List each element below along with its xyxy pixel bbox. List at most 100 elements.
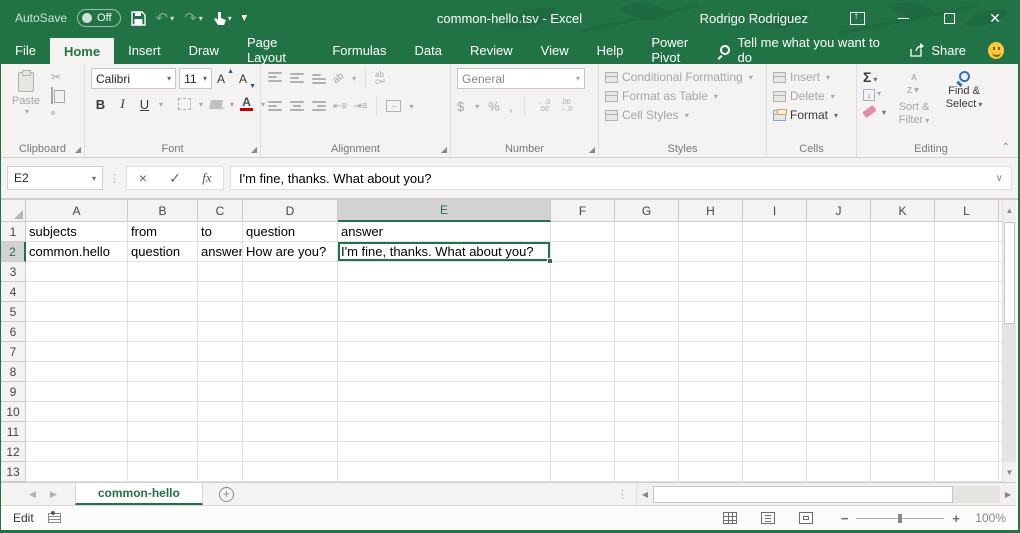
cell-H1[interactable] [679,222,743,242]
vertical-scrollbar[interactable]: ▲ ▼ [1002,200,1016,482]
cell-D3[interactable] [243,262,338,282]
cell-B3[interactable] [128,262,198,282]
middle-align-button[interactable] [289,71,305,85]
cell-L7[interactable] [935,342,999,362]
horizontal-scroll-track[interactable] [953,486,1000,503]
cell-A8[interactable] [26,362,128,382]
font-dialog-launcher[interactable]: ◢ [251,145,257,154]
column-header-L[interactable]: L [935,200,999,222]
align-right-button[interactable] [311,99,327,113]
cell-E3[interactable] [338,262,551,282]
cell-G8[interactable] [615,362,679,382]
cell-D8[interactable] [243,362,338,382]
cell-I4[interactable] [743,282,807,302]
cell-J7[interactable] [807,342,871,362]
cell-E5[interactable] [338,302,551,322]
scroll-right-arrow[interactable]: ▶ [1000,490,1016,499]
cell-I10[interactable] [743,402,807,422]
cell-D10[interactable] [243,402,338,422]
cell-L3[interactable] [935,262,999,282]
merge-dropdown-icon[interactable]: ▾ [409,102,413,111]
cell-F1[interactable] [551,222,615,242]
cell-A6[interactable] [26,322,128,342]
column-header-K[interactable]: K [871,200,935,222]
cell-F5[interactable] [551,302,615,322]
cell-A4[interactable] [26,282,128,302]
cell-L13[interactable] [935,462,999,482]
user-name[interactable]: Rodrigo Rodriguez [700,11,808,26]
tab-page-layout[interactable]: Page Layout [233,36,318,64]
cell-I13[interactable] [743,462,807,482]
autosum-button[interactable]: Σ▾ [863,70,886,85]
row-header-5[interactable]: 5 [1,302,26,322]
tab-home[interactable]: Home [50,38,114,64]
cell-B10[interactable] [128,402,198,422]
cell-G13[interactable] [615,462,679,482]
cell-A5[interactable] [26,302,128,322]
cell-A12[interactable] [26,442,128,462]
cell-F7[interactable] [551,342,615,362]
paste-button[interactable]: Paste ▾ [7,68,45,116]
tab-review[interactable]: Review [456,36,527,64]
customize-qat-button[interactable]: ▾ [242,15,247,22]
cell-B9[interactable] [128,382,198,402]
cell-styles-button[interactable]: Cell Styles▾ [605,108,762,122]
cell-K1[interactable] [871,222,935,242]
cell-F4[interactable] [551,282,615,302]
align-center-button[interactable] [289,99,305,113]
redo-button[interactable]: ↷▾ [184,9,203,27]
tab-formulas[interactable]: Formulas [318,36,400,64]
feedback-smiley-icon[interactable] [988,42,1004,59]
cell-F13[interactable] [551,462,615,482]
select-all-corner[interactable] [1,200,26,222]
cell-J3[interactable] [807,262,871,282]
cell-D2[interactable]: How are you? [243,242,338,262]
cell-C1[interactable]: to [198,222,243,242]
cell-D1[interactable]: question [243,222,338,242]
cell-K4[interactable] [871,282,935,302]
cell-K3[interactable] [871,262,935,282]
cell-J9[interactable] [807,382,871,402]
cell-A11[interactable] [26,422,128,442]
increase-decimal-button[interactable]: ←.0.00 [537,99,550,113]
cell-C6[interactable] [198,322,243,342]
cell-E9[interactable] [338,382,551,402]
expand-formula-bar-icon[interactable]: ∨ [996,173,1003,184]
cell-K7[interactable] [871,342,935,362]
cell-C4[interactable] [198,282,243,302]
redo-dropdown-icon[interactable]: ▾ [199,14,203,23]
row-header-13[interactable]: 13 [1,462,26,482]
cell-B12[interactable] [128,442,198,462]
column-header-B[interactable]: B [128,200,198,222]
font-size-combo[interactable]: 11▾ [179,68,212,89]
cell-E8[interactable] [338,362,551,382]
cell-A3[interactable] [26,262,128,282]
cell-I9[interactable] [743,382,807,402]
zoom-in-button[interactable]: + [952,511,960,526]
cell-C13[interactable] [198,462,243,482]
cell-F11[interactable] [551,422,615,442]
column-header-G[interactable]: G [615,200,679,222]
cell-G1[interactable] [615,222,679,242]
cell-H8[interactable] [679,362,743,382]
cell-H4[interactable] [679,282,743,302]
cell-I12[interactable] [743,442,807,462]
cell-C11[interactable] [198,422,243,442]
cell-B4[interactable] [128,282,198,302]
maximize-button[interactable] [926,0,972,36]
cell-I7[interactable] [743,342,807,362]
fill-color-button[interactable] [206,94,225,114]
cell-C8[interactable] [198,362,243,382]
cell-C3[interactable] [198,262,243,282]
cell-K11[interactable] [871,422,935,442]
cell-L10[interactable] [935,402,999,422]
tab-draw[interactable]: Draw [175,36,233,64]
row-header-9[interactable]: 9 [1,382,26,402]
underline-dropdown-icon[interactable]: ▾ [159,100,163,109]
conditional-formatting-button[interactable]: Conditional Formatting▾ [605,70,762,84]
orientation-button[interactable]: ab [331,70,347,86]
cell-E4[interactable] [338,282,551,302]
sheetbar-resize-handle[interactable]: ⋮ [609,483,636,505]
insert-function-button[interactable]: fx [191,170,223,186]
cell-I5[interactable] [743,302,807,322]
